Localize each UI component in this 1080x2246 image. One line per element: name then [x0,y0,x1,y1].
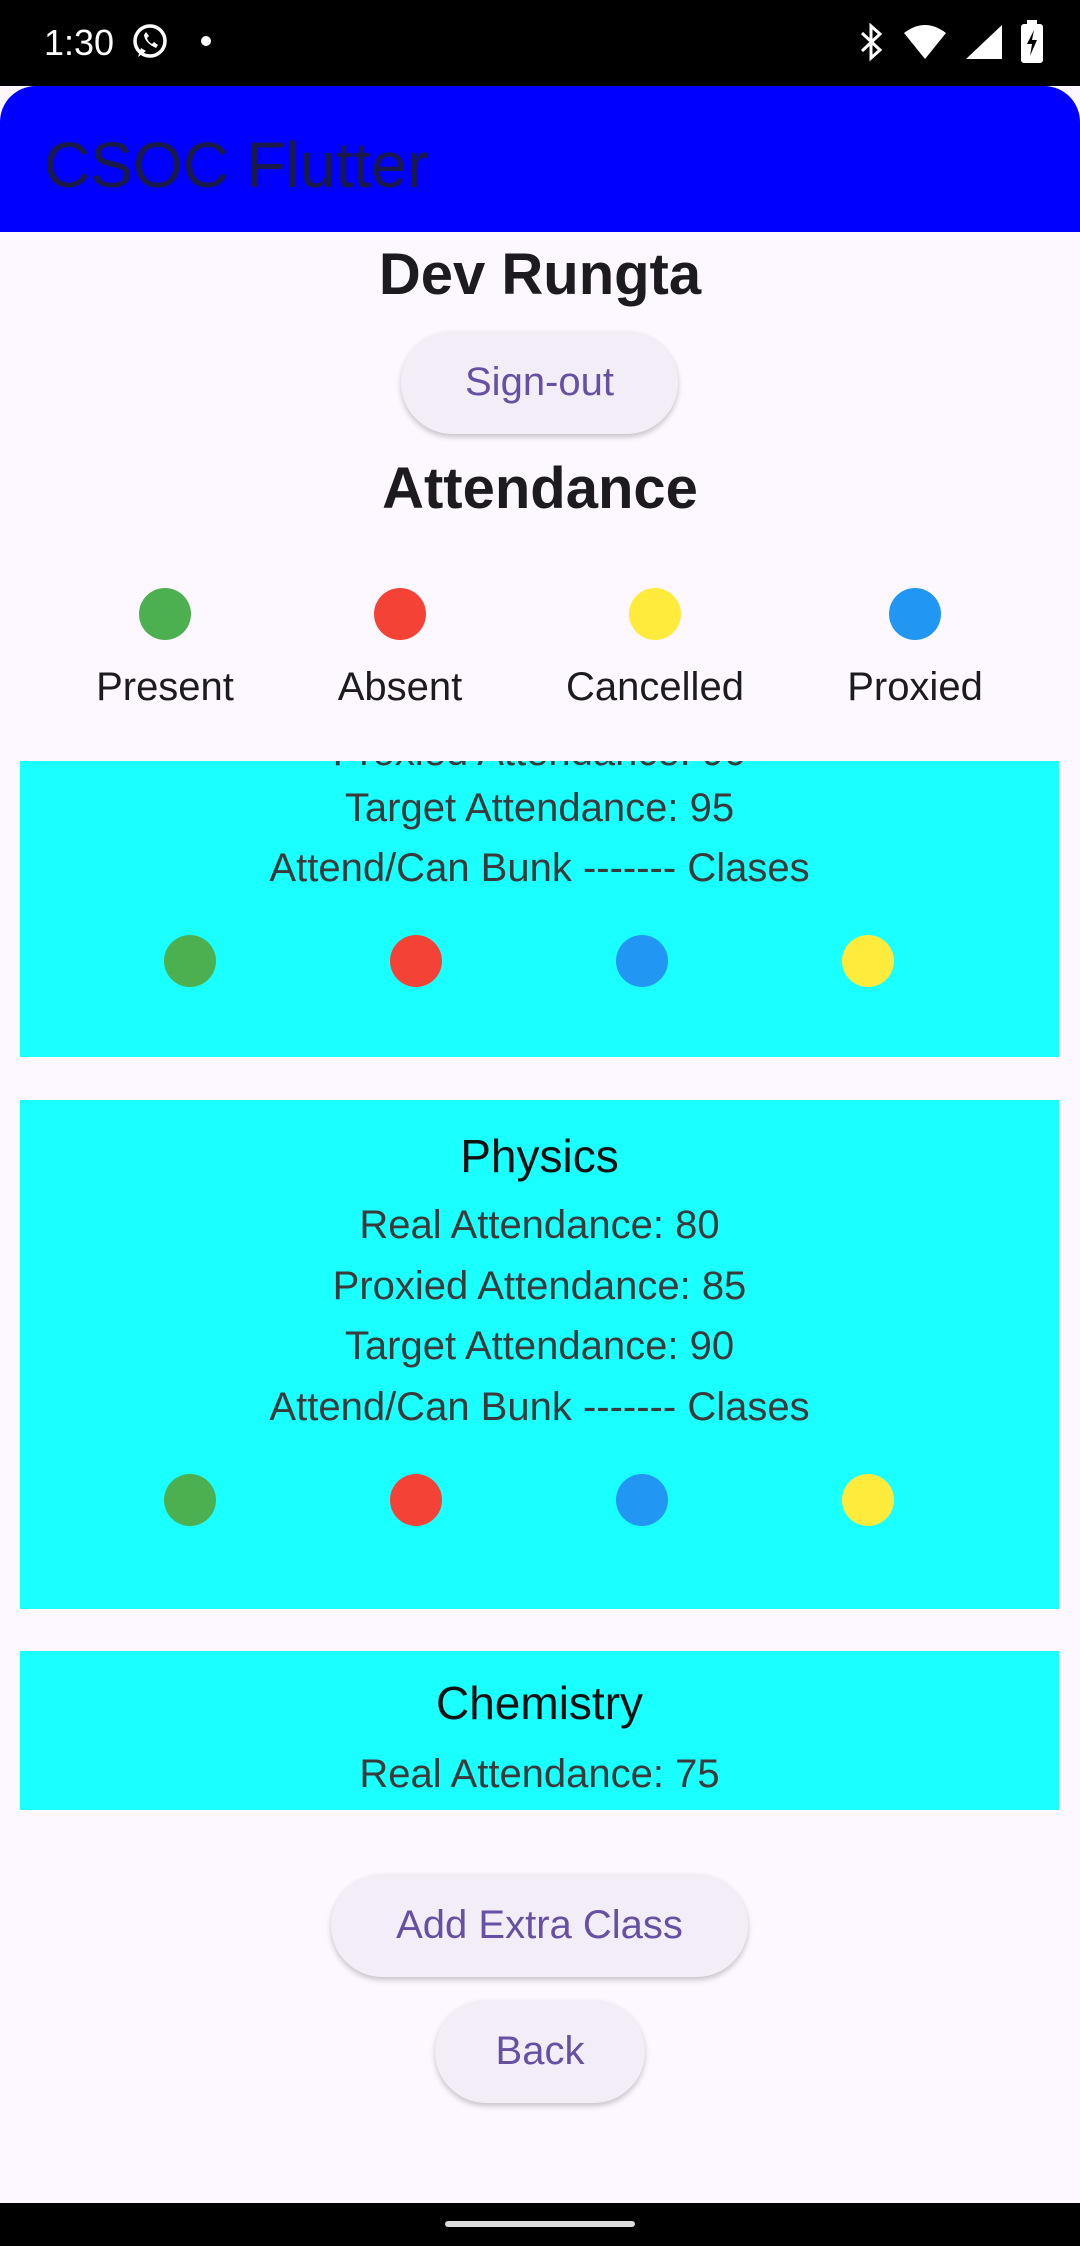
mark-absent-button[interactable] [390,935,442,987]
mark-cancelled-button[interactable] [842,935,894,987]
signal-icon [964,23,1004,66]
legend-absent: Absent [280,588,520,712]
attendance-title: Attendance [382,456,698,521]
app-bar: CSOC Flutter [0,86,1080,232]
legend-label: Absent [337,665,463,709]
battery-icon [1020,19,1044,69]
mark-present-button[interactable] [164,1474,216,1526]
mark-absent-button[interactable] [390,1474,442,1526]
bunk-text: Attend/Can Bunk ------- Clases [269,1385,810,1429]
legend-label: Present [96,665,234,709]
navigation-bar [0,2203,1080,2246]
mark-proxied-button[interactable] [616,935,668,987]
whatsapp-icon [130,21,170,66]
proxied-attendance-text: Proxied Attendance: 85 [332,1264,747,1308]
proxied-attendance-text: Proxied Attendance: 90 [20,761,1059,777]
course-card[interactable]: Physics Real Attendance: 80 Proxied Atte… [20,1100,1059,1609]
course-name: Chemistry [435,1677,644,1729]
legend-label: Proxied [847,665,983,709]
present-dot-icon [139,588,191,640]
cancelled-dot-icon [629,588,681,640]
real-attendance-text: Real Attendance: 75 [359,1752,720,1796]
status-bar: 1:30 [0,0,1080,86]
course-card[interactable]: Chemistry Real Attendance: 75 [20,1651,1059,1810]
home-handle[interactable] [445,2221,635,2227]
app-title: CSOC Flutter [44,129,429,201]
course-card[interactable]: Proxied Attendance: 90 Target Attendance… [20,761,1059,1057]
attendance-legend: Present Absent Cancelled Proxied [0,588,1080,709]
signout-button[interactable]: Sign-out [401,331,678,434]
real-attendance-text: Real Attendance: 80 [359,1203,720,1247]
mark-proxied-button[interactable] [616,1474,668,1526]
legend-proxied: Proxied [795,588,1035,712]
wifi-icon [902,23,948,66]
course-list[interactable]: Proxied Attendance: 90 Target Attendance… [0,761,1080,1810]
course-name: Physics [460,1130,619,1182]
add-extra-class-button[interactable]: Add Extra Class [331,1874,748,1977]
mark-cancelled-button[interactable] [842,1474,894,1526]
status-time: 1:30 [44,22,115,63]
absent-dot-icon [374,588,426,640]
bunk-text: Attend/Can Bunk ------- Clases [269,846,810,890]
mark-present-button[interactable] [164,935,216,987]
legend-cancelled: Cancelled [535,588,775,712]
proxied-dot-icon [889,588,941,640]
dot-icon [200,34,212,52]
user-name: Dev Rungta [378,242,702,307]
target-attendance-text: Target Attendance: 95 [344,786,735,830]
legend-label: Cancelled [566,665,744,709]
target-attendance-text: Target Attendance: 90 [344,1324,735,1368]
back-button[interactable]: Back [435,2000,645,2103]
legend-present: Present [45,588,285,712]
bluetooth-icon [856,22,886,67]
